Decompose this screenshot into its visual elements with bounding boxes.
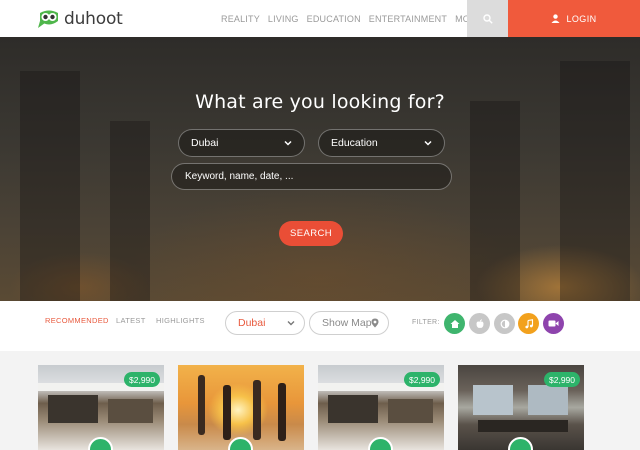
hero-search-button[interactable]: SEARCH (279, 221, 343, 246)
location-select-value: Dubai (191, 137, 219, 149)
nav-item-education[interactable]: EDUCATION (307, 14, 361, 24)
music-icon (524, 318, 533, 328)
listing-card[interactable] (178, 365, 304, 450)
filter-bar: RECOMMENDED LATEST HIGHLIGHTS Dubai Show… (0, 301, 640, 351)
filter-contrast-button[interactable] (494, 313, 515, 334)
filter-label: FILTER: (412, 319, 440, 326)
price-badge: $2,990 (544, 372, 580, 387)
price-badge: $2,990 (404, 372, 440, 387)
filter-music-button[interactable] (518, 313, 539, 334)
hero-title: What are you looking for? (195, 91, 445, 113)
search-icon (482, 13, 493, 24)
price-badge: $2,990 (124, 372, 160, 387)
city-select[interactable]: Dubai (225, 311, 305, 335)
tab-latest[interactable]: LATEST (116, 316, 146, 325)
header-search-button[interactable] (467, 0, 508, 37)
show-map-label: Show Map (322, 317, 372, 329)
brand-name: duhoot (64, 8, 123, 29)
nav-item-reality[interactable]: REALITY (221, 14, 260, 24)
listing-card[interactable]: $2,990 (458, 365, 584, 450)
owl-logo-icon (37, 9, 61, 29)
tab-highlights[interactable]: HIGHLIGHTS (156, 316, 205, 325)
listing-card[interactable]: $2,990 (318, 365, 444, 450)
nav-item-living[interactable]: LIVING (268, 14, 299, 24)
chevron-down-icon (424, 140, 432, 146)
login-button[interactable]: LOGIN (508, 0, 640, 37)
filter-home-button[interactable] (444, 313, 465, 334)
tab-recommended[interactable]: RECOMMENDED (45, 316, 109, 325)
chevron-down-icon (284, 140, 292, 146)
login-label: LOGIN (566, 13, 597, 24)
background-building (470, 101, 520, 301)
show-map-button[interactable]: Show Map (309, 311, 389, 335)
map-pin-icon (371, 318, 379, 328)
keyword-placeholder: Keyword, name, date, ... (185, 171, 294, 182)
video-icon (548, 320, 559, 327)
background-building (110, 121, 150, 301)
location-select[interactable]: Dubai (178, 129, 305, 157)
listing-card[interactable]: $2,990 (38, 365, 164, 450)
main-nav: REALITY LIVING EDUCATION ENTERTAINMENT M… (221, 0, 507, 37)
nav-item-entertainment[interactable]: ENTERTAINMENT (369, 14, 447, 24)
home-icon (450, 319, 459, 328)
logo[interactable]: duhoot (37, 6, 123, 31)
category-select[interactable]: Education (318, 129, 445, 157)
city-select-value: Dubai (238, 317, 266, 329)
contrast-icon (500, 319, 509, 328)
top-header: duhoot REALITY LIVING EDUCATION ENTERTAI… (0, 0, 640, 37)
filter-video-button[interactable] (543, 313, 564, 334)
user-icon (551, 14, 560, 23)
chevron-down-icon (287, 321, 295, 326)
keyword-input[interactable]: Keyword, name, date, ... (171, 163, 452, 190)
category-select-value: Education (331, 137, 378, 149)
apple-icon (476, 318, 483, 328)
hero-banner: What are you looking for? Dubai Educatio… (0, 37, 640, 301)
filter-apple-button[interactable] (469, 313, 490, 334)
